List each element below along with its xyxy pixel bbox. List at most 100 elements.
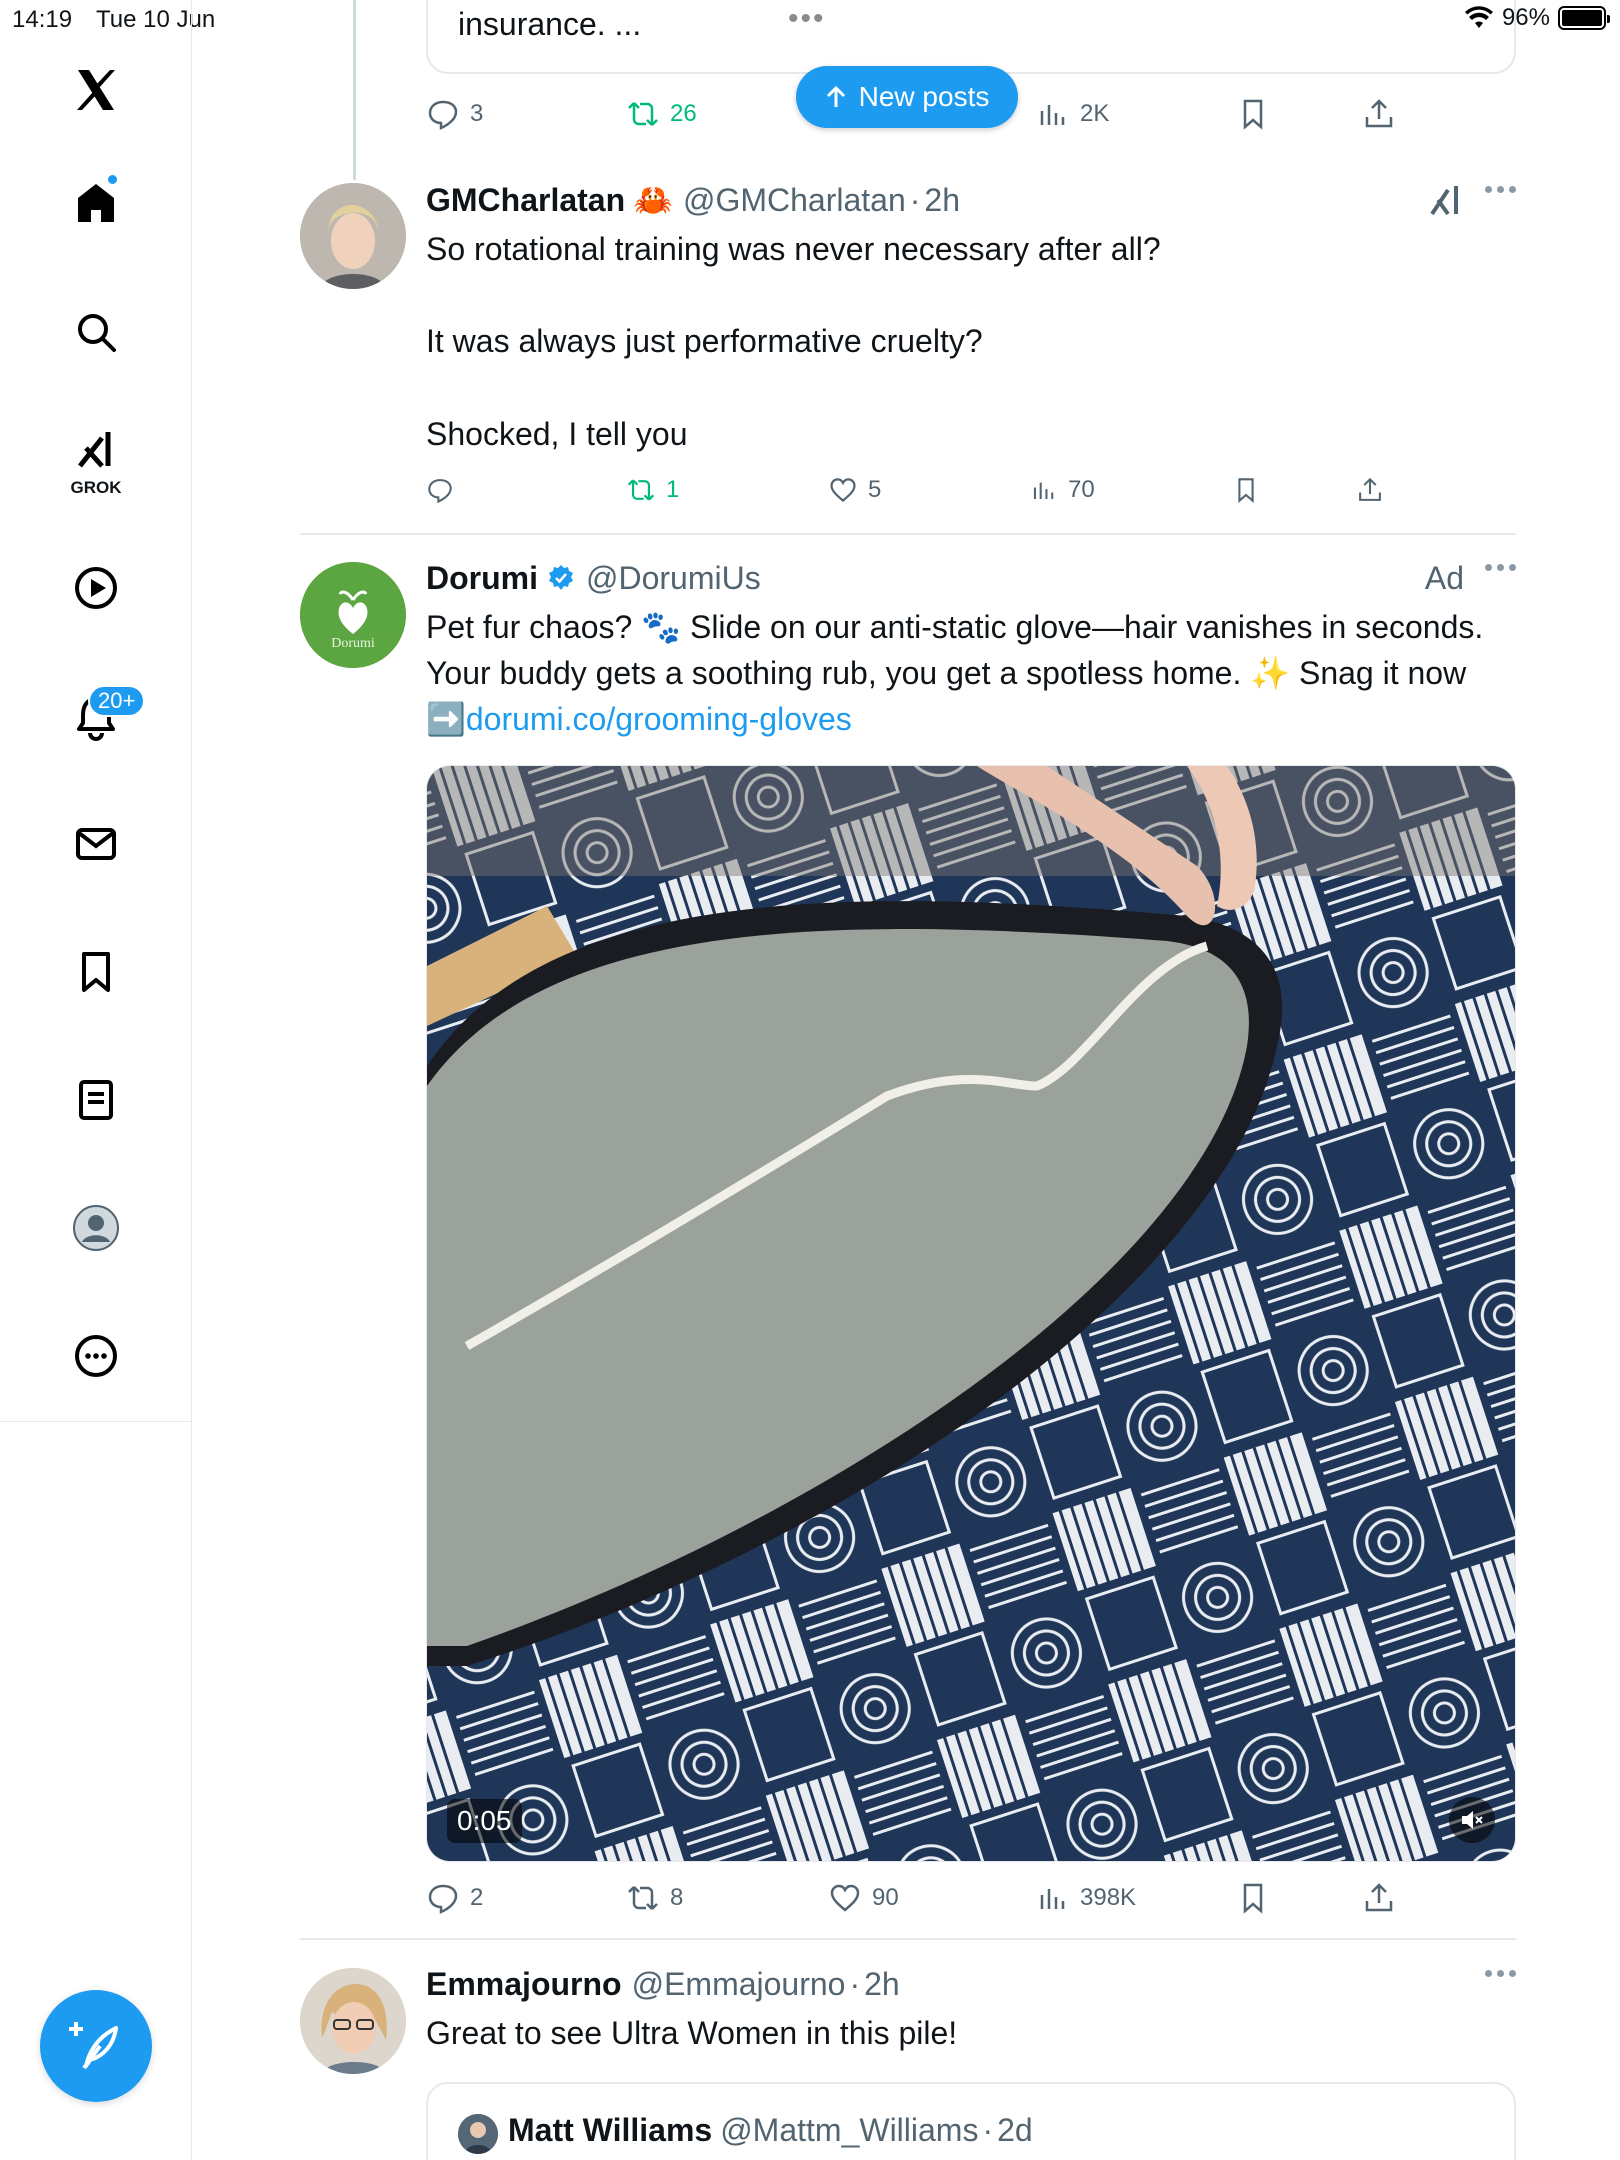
bookmark-icon <box>1243 1883 1263 1914</box>
video-icon[interactable] <box>56 548 136 628</box>
author-handle[interactable]: @Emmajourno <box>632 1966 846 2003</box>
repost-button[interactable]: 26 <box>626 92 697 136</box>
post-actions: 2 8 90 398K <box>426 1876 1516 1920</box>
battery-icon <box>1558 6 1610 30</box>
like-button[interactable]: 5 <box>828 468 881 512</box>
post-time[interactable]: 2h <box>864 1966 900 2003</box>
sidebar: GROK 20+ <box>0 0 192 2160</box>
avatar[interactable] <box>300 183 406 289</box>
crab-emoji: 🦀 <box>633 182 673 218</box>
views-count: 70 <box>1068 476 1095 503</box>
prev-post-card[interactable]: insurance. ... <box>426 0 1516 74</box>
search-icon[interactable] <box>56 292 136 372</box>
share-icon <box>1359 477 1381 501</box>
quoted-author-handle: @Mattm_Williams <box>720 2112 979 2148</box>
post-link[interactable]: dorumi.co/grooming-gloves <box>466 701 852 737</box>
post-header: Emmajourno @Emmajourno · 2h <box>426 1962 1516 2006</box>
bookmark-button[interactable] <box>1232 468 1260 512</box>
quoted-author-name: Matt Williams <box>508 2112 713 2148</box>
home-unread-dot <box>106 173 119 186</box>
quoted-post-header: Matt Williams @Mattm_Williams · 2d <box>508 2112 1033 2148</box>
quoted-post-time: 2d <box>997 2112 1033 2148</box>
views-icon <box>1033 482 1054 500</box>
grok-label: GROK <box>70 478 122 497</box>
repost-button[interactable]: 8 <box>626 1876 683 1920</box>
repost-count: 8 <box>670 1884 684 1911</box>
prev-post-text: insurance. ... <box>458 6 642 42</box>
views-button[interactable]: 70 <box>1030 468 1095 512</box>
video-frame <box>427 766 1515 1861</box>
repost-icon <box>628 102 658 126</box>
verified-badge-icon <box>549 565 573 590</box>
new-posts-label: New posts <box>858 81 990 112</box>
repost-count: 1 <box>666 476 680 503</box>
home-icon[interactable] <box>56 163 136 243</box>
lists-icon[interactable] <box>56 1060 136 1140</box>
avatar[interactable]: Dorumi <box>300 562 406 668</box>
reply-icon <box>428 1884 458 1914</box>
arrow-up-icon <box>826 85 845 107</box>
bookmark-button[interactable] <box>1236 92 1270 136</box>
reply-button[interactable]: 3 <box>426 92 483 136</box>
more-icon[interactable] <box>56 1316 136 1396</box>
author-name[interactable]: Emmajourno <box>426 1966 622 2003</box>
profile-icon[interactable] <box>56 1188 136 1268</box>
thread-line <box>353 0 356 180</box>
post-text-line: Shocked, I tell you <box>426 416 688 452</box>
new-posts-button[interactable]: New posts <box>796 66 1018 128</box>
post-text: Great to see Ultra Women in this pile! <box>426 2015 958 2051</box>
heart-icon <box>830 1884 860 1912</box>
share-button[interactable] <box>1362 92 1396 136</box>
share-button[interactable] <box>1356 468 1384 512</box>
more-options-icon[interactable] <box>1485 564 1516 571</box>
reply-count: 2 <box>470 1884 484 1911</box>
bookmarks-icon[interactable] <box>56 932 136 1012</box>
avatar-brand-text: Dorumi <box>331 636 375 651</box>
ad-label: Ad <box>1424 559 1464 596</box>
mute-icon[interactable] <box>1449 1797 1495 1843</box>
views-button[interactable]: 398K <box>1036 1876 1136 1920</box>
author-handle[interactable]: @DorumiUs <box>586 560 761 597</box>
x-logo-icon[interactable] <box>56 50 136 130</box>
avatar <box>458 2114 498 2154</box>
bookmark-button[interactable] <box>1236 1876 1270 1920</box>
reply-button[interactable]: 2 <box>426 1876 483 1920</box>
author-name[interactable]: GMCharlatan <box>426 182 625 219</box>
repost-button[interactable]: 1 <box>626 468 679 512</box>
bookmark-icon <box>1243 99 1263 130</box>
post-divider <box>300 533 1516 535</box>
author-name[interactable]: Dorumi <box>426 560 538 597</box>
like-count: 90 <box>872 1884 899 1911</box>
sidebar-divider <box>0 1421 192 1422</box>
share-icon <box>1365 99 1393 128</box>
post-header: Dorumi @DorumiUs Ad <box>426 556 1516 600</box>
post-header: GMCharlatan 🦀 @GMCharlatan · 2h <box>426 178 1516 222</box>
views-button[interactable]: 2K <box>1036 92 1109 136</box>
compose-button[interactable] <box>40 1990 152 2102</box>
reply-button[interactable] <box>426 468 454 512</box>
video-player[interactable]: 0:05 <box>426 765 1516 1862</box>
repost-icon <box>627 479 655 501</box>
author-handle[interactable]: @GMCharlatan <box>683 182 906 219</box>
share-button[interactable] <box>1362 1876 1396 1920</box>
bookmark-icon <box>1238 478 1254 503</box>
more-options-icon[interactable] <box>1485 186 1516 193</box>
post-text: Pet fur chaos? 🐾 Slide on our anti-stati… <box>426 604 1516 742</box>
like-button[interactable]: 90 <box>828 1876 899 1920</box>
messages-icon[interactable] <box>56 804 136 884</box>
more-options-icon[interactable] <box>1485 1970 1516 1977</box>
views-count: 398K <box>1080 1884 1137 1911</box>
views-count: 2K <box>1080 100 1110 127</box>
views-icon <box>1040 105 1065 125</box>
reply-count: 3 <box>470 100 484 127</box>
reply-icon <box>428 479 452 504</box>
views-icon <box>1040 1889 1065 1909</box>
video-duration: 0:05 <box>447 1799 522 1843</box>
quoted-post[interactable]: Matt Williams @Mattm_Williams · 2d <box>426 2082 1516 2160</box>
post-time[interactable]: 2h <box>924 182 960 219</box>
avatar[interactable] <box>300 1968 406 2074</box>
notifications-badge: 20+ <box>88 685 146 717</box>
repost-icon <box>628 1886 658 1910</box>
grok-icon[interactable] <box>1428 182 1464 226</box>
post-text-line: So rotational training was never necessa… <box>426 231 1161 267</box>
